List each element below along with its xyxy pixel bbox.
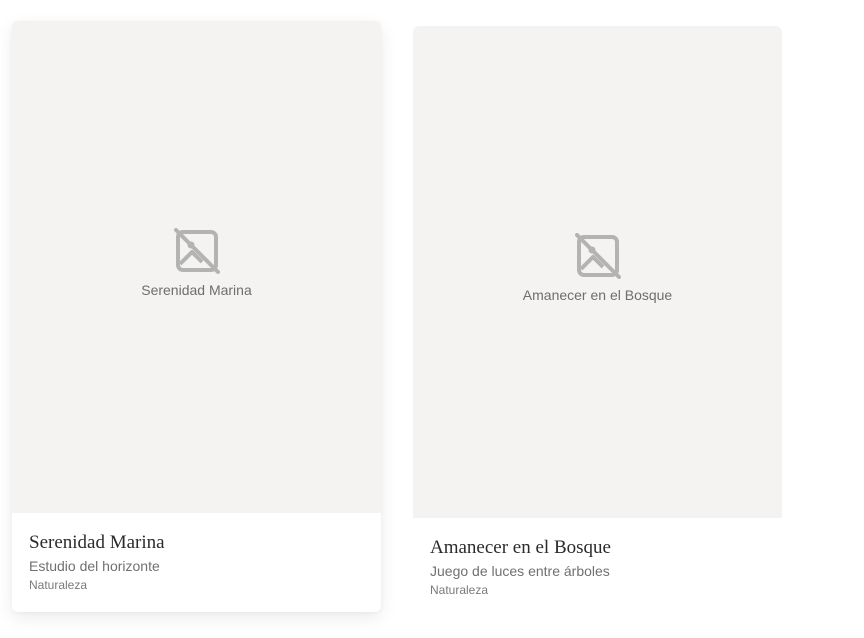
artwork-subtitle: Juego de luces entre árboles [430,563,610,579]
artwork-card[interactable]: Serenidad Marina Serenidad Marina Estudi… [12,21,381,612]
image-placeholder-label: Serenidad Marina [141,282,252,298]
artwork-thumbnail[interactable]: Serenidad Marina [12,21,381,513]
artwork-info: Serenidad Marina Estudio del horizonte N… [29,532,365,594]
artwork-card[interactable]: Amanecer en el Bosque Amanecer en el Bos… [413,26,782,612]
image-off-icon [574,233,621,279]
image-placeholder: Amanecer en el Bosque [413,233,782,303]
artwork-info: Amanecer en el Bosque Juego de luces ent… [430,537,766,599]
image-placeholder-label: Amanecer en el Bosque [522,287,673,303]
image-off-icon [173,228,220,274]
artwork-subtitle: Estudio del horizonte [29,558,160,574]
artwork-category: Naturaleza [29,578,88,592]
artwork-title[interactable]: Amanecer en el Bosque [430,537,766,559]
artwork-category: Naturaleza [430,583,489,597]
artwork-title[interactable]: Serenidad Marina [29,532,365,554]
artwork-thumbnail[interactable]: Amanecer en el Bosque [413,26,782,518]
image-placeholder: Serenidad Marina [12,228,381,298]
artwork-gallery: Serenidad Marina Serenidad Marina Estudi… [0,0,864,638]
